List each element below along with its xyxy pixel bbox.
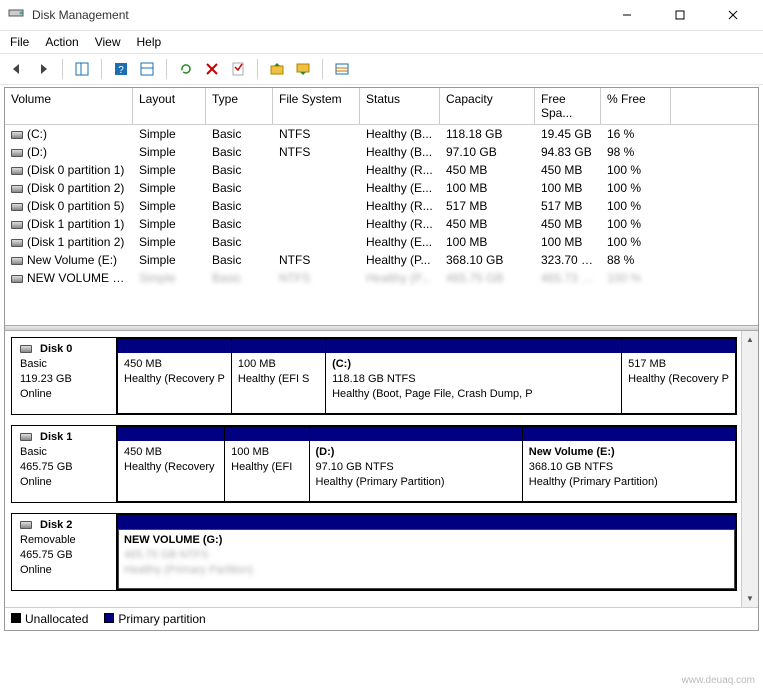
refresh-icon[interactable] (175, 58, 197, 80)
close-button[interactable] (710, 1, 755, 29)
svg-text:?: ? (118, 65, 124, 76)
legend: Unallocated Primary partition (5, 607, 758, 630)
scroll-up-icon[interactable]: ▲ (742, 331, 758, 348)
menu-action[interactable]: Action (45, 35, 78, 49)
volume-row[interactable]: (C:)SimpleBasicNTFSHealthy (B...118.18 G… (5, 125, 758, 143)
menu-file[interactable]: File (10, 35, 29, 49)
volume-row[interactable]: (Disk 1 partition 1)SimpleBasicHealthy (… (5, 215, 758, 233)
col-filler (671, 88, 758, 124)
disk-label[interactable]: Disk 1Basic465.75 GBOnline (12, 426, 117, 502)
properties-icon[interactable] (227, 58, 249, 80)
legend-unallocated: Unallocated (11, 612, 88, 626)
disk-icon (11, 185, 23, 193)
volume-row[interactable]: (Disk 0 partition 2)SimpleBasicHealthy (… (5, 179, 758, 197)
volume-row[interactable]: (Disk 1 partition 2)SimpleBasicHealthy (… (5, 233, 758, 251)
partition[interactable]: (C:)118.18 GB NTFSHealthy (Boot, Page Fi… (325, 338, 622, 414)
disk-icon (11, 149, 23, 157)
col-fs[interactable]: File System (273, 88, 360, 124)
settings-bars-icon[interactable] (331, 58, 353, 80)
vertical-scrollbar[interactable]: ▲ ▼ (741, 331, 758, 607)
back-button[interactable] (6, 58, 28, 80)
partition[interactable]: 100 MBHealthy (EFI S (231, 338, 326, 414)
volume-table: Volume Layout Type File System Status Ca… (5, 88, 758, 325)
disk-icon (11, 275, 23, 283)
help-icon[interactable]: ? (110, 58, 132, 80)
legend-primary: Primary partition (104, 612, 205, 626)
partition[interactable]: 100 MBHealthy (EFI (224, 426, 309, 502)
maximize-button[interactable] (657, 1, 702, 29)
toolbar: ? (0, 54, 763, 85)
forward-button[interactable] (32, 58, 54, 80)
disk-icon (11, 131, 23, 139)
menu-help[interactable]: Help (137, 35, 162, 49)
disk-block: Disk 2Removable465.75 GBOnlineNEW VOLUME… (11, 513, 737, 591)
col-volume[interactable]: Volume (5, 88, 133, 124)
show-hide-console-tree-icon[interactable] (71, 58, 93, 80)
disk-icon (20, 433, 32, 441)
titlebar: Disk Management (0, 0, 763, 30)
col-status[interactable]: Status (360, 88, 440, 124)
disk-icon (11, 257, 23, 265)
settings-panel-icon[interactable] (136, 58, 158, 80)
partition[interactable]: 517 MBHealthy (Recovery P (621, 338, 736, 414)
disk-block: Disk 1Basic465.75 GBOnline450 MBHealthy … (11, 425, 737, 503)
volume-row[interactable]: (Disk 0 partition 5)SimpleBasicHealthy (… (5, 197, 758, 215)
folder-up-icon[interactable] (266, 58, 288, 80)
col-capacity[interactable]: Capacity (440, 88, 535, 124)
partition[interactable]: 450 MBHealthy (Recovery (117, 426, 225, 502)
partition[interactable]: 450 MBHealthy (Recovery P (117, 338, 232, 414)
scroll-down-icon[interactable]: ▼ (742, 590, 758, 607)
volume-row[interactable]: (Disk 0 partition 1)SimpleBasicHealthy (… (5, 161, 758, 179)
graphical-view: Disk 0Basic119.23 GBOnline450 MBHealthy … (5, 331, 758, 607)
volume-row[interactable]: NEW VOLUME (G:)SimpleBasicNTFSHealthy (P… (5, 269, 758, 287)
app-icon (8, 5, 24, 24)
delete-icon[interactable] (201, 58, 223, 80)
content-panel: Volume Layout Type File System Status Ca… (4, 87, 759, 631)
menubar: File Action View Help (0, 30, 763, 54)
volume-row[interactable]: New Volume (E:)SimpleBasicNTFSHealthy (P… (5, 251, 758, 269)
col-layout[interactable]: Layout (133, 88, 206, 124)
disk-label[interactable]: Disk 0Basic119.23 GBOnline (12, 338, 117, 414)
disk-icon (11, 167, 23, 175)
disk-block: Disk 0Basic119.23 GBOnline450 MBHealthy … (11, 337, 737, 415)
volume-row[interactable]: (D:)SimpleBasicNTFSHealthy (B...97.10 GB… (5, 143, 758, 161)
folder-down-icon[interactable] (292, 58, 314, 80)
col-type[interactable]: Type (206, 88, 273, 124)
partition[interactable]: (D:)97.10 GB NTFSHealthy (Primary Partit… (309, 426, 523, 502)
watermark: www.deuaq.com (682, 675, 755, 686)
menu-view[interactable]: View (95, 35, 121, 49)
volume-header: Volume Layout Type File System Status Ca… (5, 88, 758, 125)
window-title: Disk Management (32, 8, 596, 22)
minimize-button[interactable] (604, 1, 649, 29)
partition[interactable]: New Volume (E:)368.10 GB NTFSHealthy (Pr… (522, 426, 736, 502)
disk-icon (11, 221, 23, 229)
disk-icon (11, 203, 23, 211)
disk-icon (11, 239, 23, 247)
disk-label[interactable]: Disk 2Removable465.75 GBOnline (12, 514, 117, 590)
disk-icon (20, 345, 32, 353)
disk-icon (20, 521, 32, 529)
partition[interactable]: NEW VOLUME (G:)465.75 GB NTFSHealthy (Pr… (117, 514, 736, 590)
col-free[interactable]: Free Spa... (535, 88, 601, 124)
col-pct[interactable]: % Free (601, 88, 671, 124)
